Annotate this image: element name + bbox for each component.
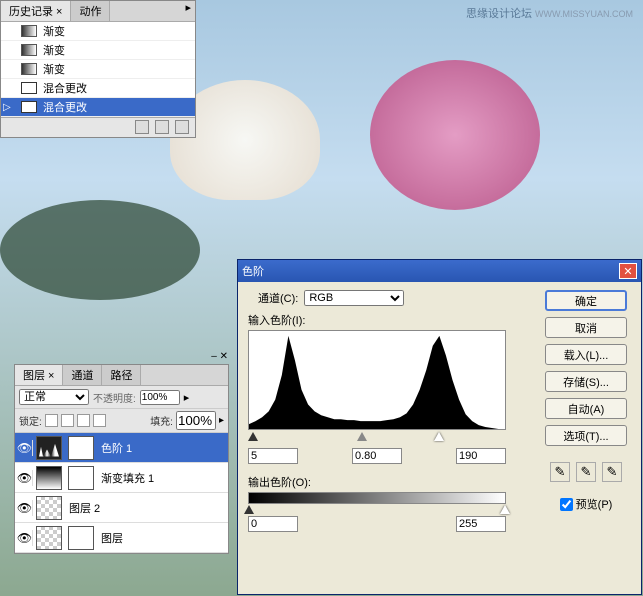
close-button[interactable]: ✕ [619,263,637,279]
gradient-icon [21,63,37,75]
auto-button[interactable]: 自动(A) [545,398,627,419]
histogram [248,330,506,430]
layer-thumb[interactable] [68,526,94,550]
history-panel: 历史记录 × 动作 ▸ 渐变 渐变 渐变 混合更改 ▷混合更改 [0,0,196,138]
output-black-handle[interactable] [244,505,254,515]
lock-pixels-icon[interactable] [61,414,74,427]
opacity-input[interactable] [140,390,180,405]
eyedropper-black-icon[interactable]: ✎ [550,462,570,482]
channel-label: 通道(C): [258,290,298,306]
history-item[interactable]: 渐变 [1,22,195,41]
dialog-titlebar[interactable]: 色阶 ✕ [238,260,641,282]
input-white-field[interactable] [456,448,506,464]
panel-menu-icon[interactable]: ▸ [181,1,195,21]
layers-tab-bar: 图层 × 通道 路径 [15,365,228,386]
opacity-scrub-icon[interactable]: ▸ [184,391,190,404]
output-black-field[interactable] [248,516,298,532]
options-button[interactable]: 选项(T)... [545,425,627,446]
ok-button[interactable]: 确定 [545,290,627,311]
blend-mode-select[interactable]: 正常 [19,389,89,405]
current-state-icon: ▷ [3,102,11,113]
input-gamma-field[interactable] [352,448,402,464]
input-slider[interactable] [248,432,506,444]
white-point-handle[interactable] [434,432,444,442]
preview-checkbox[interactable] [560,498,573,511]
history-tab-bar: 历史记录 × 动作 ▸ [1,1,195,22]
layer-row[interactable]: 👁 图层 2 [15,493,228,523]
output-white-field[interactable] [456,516,506,532]
new-snapshot-icon[interactable] [135,120,149,134]
preview-label: 预览(P) [576,496,613,512]
output-white-handle[interactable] [500,505,510,515]
opacity-label: 不透明度: [93,390,136,405]
fill-scrub-icon[interactable]: ▸ [219,415,224,426]
tab-layers[interactable]: 图层 × [15,365,63,385]
output-slider[interactable] [248,492,506,504]
eyedropper-white-icon[interactable]: ✎ [602,462,622,482]
lock-controls: 锁定: 填充: ▸ [15,409,228,433]
eyedroppers: ✎ ✎ ✎ [550,462,622,482]
gradient-icon [21,44,37,56]
new-state-icon[interactable] [155,120,169,134]
history-item[interactable]: 渐变 [1,41,195,60]
visibility-icon[interactable]: 👁 [17,470,33,486]
blend-controls: 正常 不透明度: ▸ [15,386,228,409]
panel-minimize-icon[interactable]: – ✕ [211,351,228,362]
layer-thumb[interactable] [36,496,62,520]
delete-icon[interactable] [175,120,189,134]
gradient-icon [21,25,37,37]
tab-paths[interactable]: 路径 [102,365,141,385]
output-levels-label: 输出色阶(O): [248,474,529,490]
layer-row[interactable]: 👁 图层 [15,523,228,553]
blend-icon [21,101,37,113]
layer-thumb[interactable] [36,436,62,460]
layers-list: 👁 色阶 1 👁 渐变填充 1 👁 图层 2 👁 图层 [15,433,228,553]
layer-thumb[interactable] [36,466,62,490]
tab-history[interactable]: 历史记录 × [1,1,71,21]
channel-select[interactable]: RGB [304,290,404,306]
input-black-field[interactable] [248,448,298,464]
lock-transparency-icon[interactable] [45,414,58,427]
mask-thumb[interactable] [68,466,94,490]
dialog-title: 色阶 [242,263,264,279]
cancel-button[interactable]: 取消 [545,317,627,338]
eyedropper-gray-icon[interactable]: ✎ [576,462,596,482]
history-item-selected[interactable]: ▷混合更改 [1,98,195,117]
lock-position-icon[interactable] [77,414,90,427]
mask-thumb[interactable] [68,436,94,460]
watermark: 思缘设计论坛WWW.MISSYUAN.COM [466,5,633,21]
input-levels-label: 输入色阶(I): [248,312,529,328]
tab-channels[interactable]: 通道 [63,365,102,385]
visibility-icon[interactable]: 👁 [17,530,33,546]
history-item[interactable]: 渐变 [1,60,195,79]
black-point-handle[interactable] [248,432,258,442]
blend-icon [21,82,37,94]
save-button[interactable]: 存储(S)... [545,371,627,392]
load-button[interactable]: 载入(L)... [545,344,627,365]
levels-dialog: 色阶 ✕ 通道(C): RGB 输入色阶(I): [237,259,642,595]
layers-panel: – ✕ 图层 × 通道 路径 正常 不透明度: ▸ 锁定: 填充: ▸ 👁 色阶… [14,364,229,554]
layer-row[interactable]: 👁 渐变填充 1 [15,463,228,493]
visibility-icon[interactable]: 👁 [17,500,33,516]
history-item[interactable]: 混合更改 [1,79,195,98]
visibility-icon[interactable]: 👁 [17,440,33,456]
tab-actions[interactable]: 动作 [71,1,110,21]
lock-all-icon[interactable] [93,414,106,427]
history-footer [1,117,195,137]
history-list: 渐变 渐变 渐变 混合更改 ▷混合更改 [1,22,195,117]
layer-row[interactable]: 👁 色阶 1 [15,433,228,463]
gamma-handle[interactable] [357,432,367,442]
fill-input[interactable] [176,411,216,430]
layer-thumb[interactable] [36,526,62,550]
